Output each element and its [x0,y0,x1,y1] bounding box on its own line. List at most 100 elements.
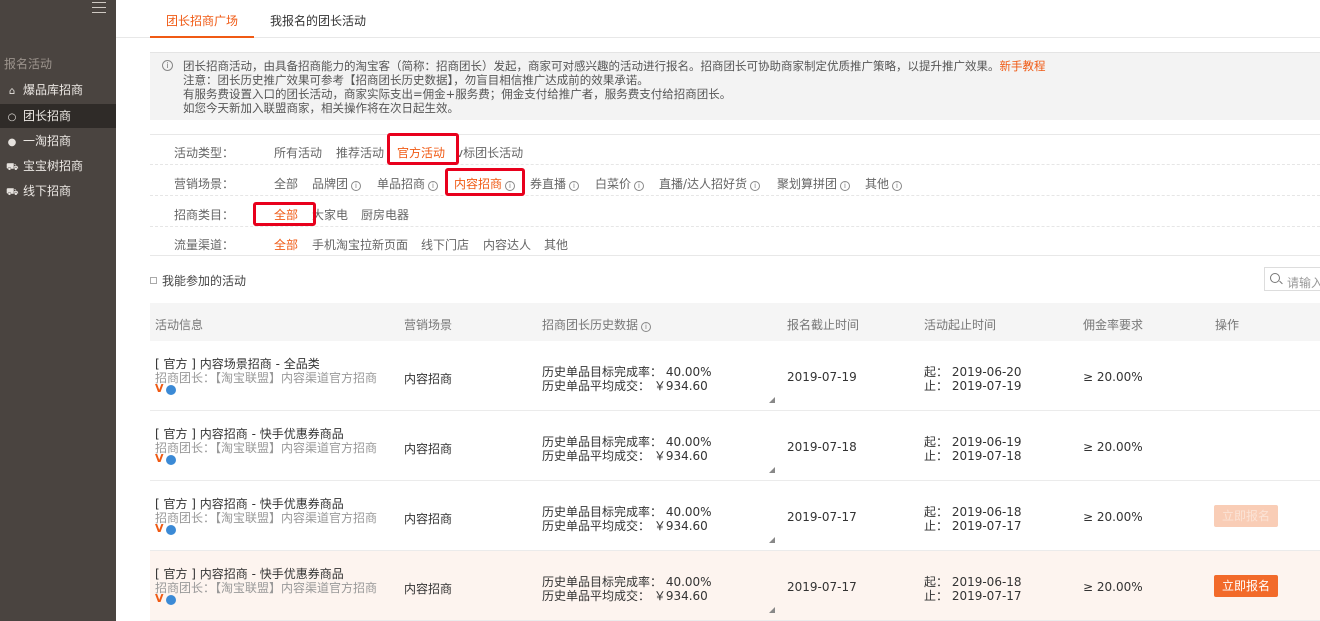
sidebar-item-group-leader[interactable]: ○ 团长招商 [0,104,116,128]
table-row: [ 官方 ] 内容招商 - 快手优惠券商品 招商团长：【淘宝联盟】内容渠道官方招… [150,481,1320,551]
filter-option[interactable]: 聚划算拼团 i [777,175,851,192]
filter-option[interactable]: 其他 [544,236,568,253]
table-row: [ 官方 ] 内容招商 - 快手优惠券商品 招商团长：【淘宝联盟】内容渠道官方招… [150,551,1320,621]
period-end: 止： 2019-07-19 [924,379,1022,393]
column-header: 活动起止时间 [924,318,997,332]
activity-leader: 招商团长：【淘宝联盟】内容渠道官方招商 [155,511,378,525]
filter-option[interactable]: 厨房电器 [361,206,409,223]
help-icon: i [634,181,645,191]
commission-rate: ≥ 20.00% [1083,370,1143,384]
help-icon: i [569,181,580,191]
tab-my-registrations[interactable]: 我报名的团长活动 [270,12,366,29]
sidebar-item-hot-products[interactable]: ⌂ 爆品库招商 [0,78,116,102]
tab-bar: 团长招商广场 我报名的团长活动 [116,0,1320,38]
checkbox-icon[interactable] [150,277,157,284]
filter-option[interactable]: 大家电 [312,206,348,223]
period-end: 止： 2019-07-18 [924,449,1022,463]
filter-row-scene: 营销场景： 全部 品牌团 i 单品招商 i 内容招商 i 券直播 i 白菜价 i 直播/达… [150,166,1320,196]
activity-scene: 内容招商 [404,372,453,386]
activity-scene: 内容招商 [404,442,453,456]
verified-badge-icon: V [155,382,177,395]
table-row: [ 官方 ] 内容招商 - 快手优惠券商品 招商团长：【淘宝联盟】内容渠道官方招… [150,411,1320,481]
sidebar-item-yitao[interactable]: ● 一淘招商 [0,129,116,153]
cart-icon: ⛟ [6,162,19,173]
notice-line-1: 团长招商活动，由具备招商能力的淘宝客（简称：招商团长）发起，商家可对感兴趣的活动… [183,59,1000,73]
activity-scene: 内容招商 [404,512,453,526]
filter-option[interactable]: 线下门店 [421,236,469,253]
column-header: 招商团长历史数据 i [542,316,652,333]
activity-leader: 招商团长：【淘宝联盟】内容渠道官方招商 [155,371,378,385]
help-icon: i [750,181,761,191]
activity-scene: 内容招商 [404,582,453,596]
tutorial-link[interactable]: 新手教程 [1000,59,1046,73]
highlight-box [253,202,316,226]
filter-option[interactable]: v标团长活动 [456,144,523,161]
filter-option[interactable]: 品牌团 i [312,175,362,192]
filter-option[interactable]: 全部 [274,175,298,192]
filter-option[interactable]: 券直播 i [530,175,580,192]
deadline: 2019-07-18 [787,440,857,454]
filter-panel: 活动类型： 所有活动 推荐活动 官方活动 v标团长活动 营销场景： 全部 品牌团… [150,133,1320,257]
home-icon: ⌂ [8,86,16,97]
yitao-icon: ● [7,137,17,148]
tab-active-indicator [150,36,254,38]
filter-row-type: 活动类型： 所有活动 推荐活动 官方活动 v标团长活动 [150,133,1320,165]
my-activities-checkbox[interactable]: 我能参加的活动 [150,272,246,289]
filter-option[interactable]: 直播/达人招好货 i [659,175,761,192]
highlight-box [387,133,459,165]
search-icon [1270,273,1280,283]
filter-row-channel: 流量渠道： 全部 手机淘宝拉新页面 线下门店 内容达人 其他 [150,227,1320,257]
filter-option[interactable]: 白菜价 i [595,175,645,192]
search-input[interactable]: 请输入 [1264,267,1320,291]
deadline: 2019-07-17 [787,580,857,594]
tab-recruit-square[interactable]: 团长招商广场 [166,12,238,29]
sidebar-item-babytree[interactable]: ⛟ 宝宝树招商 [0,154,116,178]
filter-option[interactable]: 其他 i [865,175,903,192]
sidebar-section-title: 报名活动 [4,57,53,71]
filter-option[interactable]: 所有活动 [274,144,322,161]
verified-badge-icon: V [155,522,177,535]
expand-corner-icon[interactable] [769,397,775,403]
menu-toggle-icon[interactable] [92,2,106,13]
expand-corner-icon[interactable] [769,467,775,473]
info-notice: i 团长招商活动，由具备招商能力的淘宝客（简称：招商团长）发起，商家可对感兴趣的… [150,52,1320,120]
sidebar: 报名活动 ⌂ 爆品库招商 ○ 团长招商 ● 一淘招商 ⛟ 宝宝树招商 ⛟ 线下招商 [0,0,116,621]
history-deal: 历史单品平均成交： ￥934.60 [542,379,708,393]
register-button[interactable]: 立即报名 [1214,575,1278,597]
table-header: 活动信息 营销场景 招商团长历史数据 i 报名截止时间 活动起止时间 佣金率要求 … [150,303,1320,341]
column-header: 佣金率要求 [1083,318,1144,332]
filter-option-selected[interactable]: 全部 [274,236,298,253]
activity-table: 活动信息 营销场景 招商团长历史数据 i 报名截止时间 活动起止时间 佣金率要求 … [150,303,1320,621]
register-button-disabled[interactable]: 立即报名 [1214,505,1278,527]
filter-option[interactable]: 内容达人 [483,236,531,253]
column-header: 报名截止时间 [787,318,860,332]
expand-corner-icon[interactable] [769,607,775,613]
activity-leader: 招商团长：【淘宝联盟】内容渠道官方招商 [155,441,378,455]
help-icon: i [351,181,362,191]
filter-option[interactable]: 单品招商 i [377,175,439,192]
expand-corner-icon[interactable] [769,537,775,543]
commission-rate: ≥ 20.00% [1083,580,1143,594]
history-deal: 历史单品平均成交： ￥934.60 [542,589,708,603]
period-end: 止： 2019-07-17 [924,519,1022,533]
help-icon: i [428,181,439,191]
filter-label: 营销场景： [174,177,235,191]
commission-rate: ≥ 20.00% [1083,510,1143,524]
filter-label: 流量渠道： [174,238,235,252]
verified-badge-icon: V [155,592,177,605]
help-icon: i [840,181,851,191]
column-header: 营销场景 [404,318,453,332]
filter-label: 招商类目： [174,208,235,222]
filter-label: 活动类型： [174,146,235,160]
filter-row-category: 招商类目： 全部 大家电 厨房电器 [150,197,1320,227]
sidebar-item-offline[interactable]: ⛟ 线下招商 [0,179,116,203]
filter-option[interactable]: 手机淘宝拉新页面 [312,236,408,253]
notice-line-4: 如您今天新加入联盟商家，相关操作将在次日起生效。 [183,101,459,115]
filter-option[interactable]: 推荐活动 [336,144,384,161]
activity-leader: 招商团长：【淘宝联盟】内容渠道官方招商 [155,581,378,595]
table-row: [ 官方 ] 内容场景招商 - 全品类 招商团长：【淘宝联盟】内容渠道官方招商 … [150,341,1320,411]
deadline: 2019-07-17 [787,510,857,524]
info-icon: i [162,60,173,71]
history-deal: 历史单品平均成交： ￥934.60 [542,519,708,533]
help-icon: i [892,181,903,191]
